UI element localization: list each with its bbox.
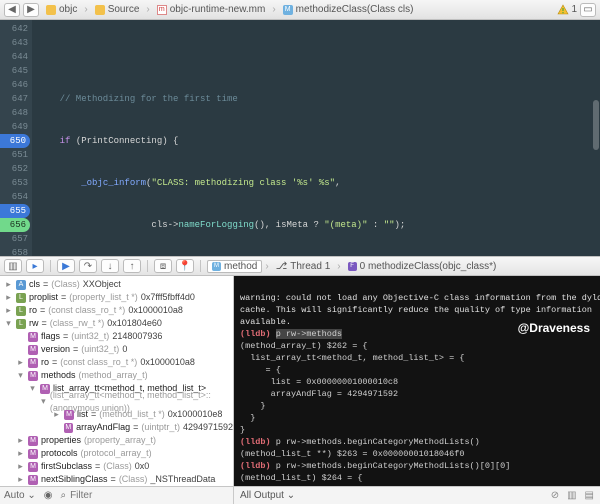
variables-pane[interactable]: ▸Acls = (Class) XXObject ▸Lproplist = (p… xyxy=(0,276,234,486)
status-bar: Auto ⌄ ◉ ⌕ All Output ⌄ ⊘ ▥ ▤ xyxy=(0,486,600,504)
related-items-button[interactable]: ▭ xyxy=(580,3,596,17)
disclosure-triangle-icon[interactable]: ▾ xyxy=(28,382,37,395)
disclosure-triangle-icon[interactable]: ▸ xyxy=(52,408,61,421)
disclosure-triangle-icon[interactable]: ▾ xyxy=(4,317,13,330)
var-kind-icon: M xyxy=(28,358,38,368)
var-kind-icon: M xyxy=(28,475,38,485)
warning-triangle-icon xyxy=(557,4,569,16)
var-kind-icon: L xyxy=(16,293,26,303)
frame-icon: F xyxy=(348,262,357,271)
var-kind-icon: M xyxy=(28,332,38,342)
continue-button[interactable]: ▶ xyxy=(57,259,75,273)
disclosure-triangle-icon[interactable]: ▸ xyxy=(16,356,25,369)
disclosure-triangle-icon[interactable]: ▾ xyxy=(16,369,25,382)
folder-icon xyxy=(95,5,105,15)
disclosure-triangle-icon[interactable]: ▸ xyxy=(16,460,25,473)
var-kind-icon: M xyxy=(28,345,38,355)
disclosure-triangle-icon[interactable]: ▸ xyxy=(16,473,25,486)
method-icon: M xyxy=(283,5,293,15)
chevron-right-icon: › xyxy=(146,4,149,15)
show-variables-button[interactable]: ▥ xyxy=(567,490,576,501)
breakpoint-marker[interactable]: 650 xyxy=(0,134,30,148)
breadcrumb-toolbar: ◀ ▶ objc › Source › m objc-runtime-new.m… xyxy=(0,0,600,20)
breakpoint-marker[interactable]: 655 xyxy=(0,204,30,218)
author-watermark: @Draveness xyxy=(518,322,590,334)
show-console-button[interactable]: ▤ xyxy=(585,490,594,501)
nav-back-button[interactable]: ◀ xyxy=(4,3,20,17)
code-editor[interactable]: 642 643 644 645 646 647 648 649 650 651 … xyxy=(0,20,600,256)
line-gutter[interactable]: 642 643 644 645 646 647 648 649 650 651 … xyxy=(0,20,32,256)
thread-navigator[interactable]: Mmethod › ⎇Thread 1 › F0 methodizeClass(… xyxy=(207,260,500,273)
var-kind-icon: M xyxy=(64,410,74,420)
disclosure-triangle-icon[interactable]: ▸ xyxy=(4,278,13,291)
var-kind-icon: L xyxy=(16,306,26,316)
var-kind-icon: M xyxy=(28,462,38,472)
variables-filter-input[interactable] xyxy=(70,490,229,501)
clear-console-button[interactable]: ⊘ xyxy=(551,490,559,501)
disclosure-triangle-icon[interactable]: ▸ xyxy=(16,434,25,447)
step-into-button[interactable]: ↓ xyxy=(101,259,119,273)
disclosure-triangle-icon[interactable]: ▸ xyxy=(4,291,13,304)
nav-forward-button[interactable]: ▶ xyxy=(23,3,39,17)
vertical-scrollbar[interactable] xyxy=(593,100,599,150)
method-icon: M xyxy=(212,262,221,271)
var-kind-icon: M xyxy=(40,384,50,394)
debug-toolbar: ▥ ▸ ▶ ↷ ↓ ↑ ⧈ 📍 Mmethod › ⎇Thread 1 › F0… xyxy=(0,256,600,276)
disclosure-triangle-icon[interactable]: ▸ xyxy=(16,447,25,460)
debug-view-hierarchy-button[interactable]: ⧈ xyxy=(154,259,172,273)
chevron-right-icon: › xyxy=(272,4,275,15)
filter-icon: ⌕ xyxy=(60,490,66,501)
thread-icon: ⎇ xyxy=(276,261,288,272)
disclosure-triangle-icon[interactable]: ▸ xyxy=(4,304,13,317)
crumb-folder[interactable]: Source xyxy=(92,4,143,15)
step-out-button[interactable]: ↑ xyxy=(123,259,141,273)
crumb-file[interactable]: m objc-runtime-new.mm xyxy=(154,4,269,15)
variables-scope-selector[interactable]: Auto ⌄ xyxy=(4,490,36,501)
toggle-debug-pane-button[interactable]: ▥ xyxy=(4,259,22,273)
warning-indicator[interactable]: 1 xyxy=(557,4,577,16)
var-kind-icon: M xyxy=(64,423,74,433)
breakpoints-toggle-button[interactable]: ▸ xyxy=(26,259,44,273)
current-line-marker[interactable]: 656 xyxy=(0,218,30,232)
disclosure-triangle-icon[interactable]: ▾ xyxy=(40,395,47,408)
console-output-scope-selector[interactable]: All Output ⌄ xyxy=(240,490,295,501)
var-kind-icon: M xyxy=(28,436,38,446)
var-kind-icon: M xyxy=(28,371,38,381)
folder-icon xyxy=(46,5,56,15)
step-over-button[interactable]: ↷ xyxy=(79,259,97,273)
quicklook-icon[interactable]: ◉ xyxy=(44,490,53,501)
var-kind-icon: A xyxy=(16,280,26,290)
var-kind-icon: M xyxy=(28,449,38,459)
debug-memory-graph-button[interactable]: 📍 xyxy=(176,259,194,273)
crumb-project[interactable]: objc xyxy=(43,4,80,15)
chevron-right-icon: › xyxy=(84,4,87,15)
crumb-symbol[interactable]: M methodizeClass(Class cls) xyxy=(280,4,417,15)
objc-file-icon: m xyxy=(157,5,167,15)
debug-console[interactable]: warning: could not load any Objective-C … xyxy=(234,276,600,486)
code-area[interactable]: // Methodizing for the first time if (Pr… xyxy=(32,20,600,256)
var-kind-icon: L xyxy=(16,319,26,329)
